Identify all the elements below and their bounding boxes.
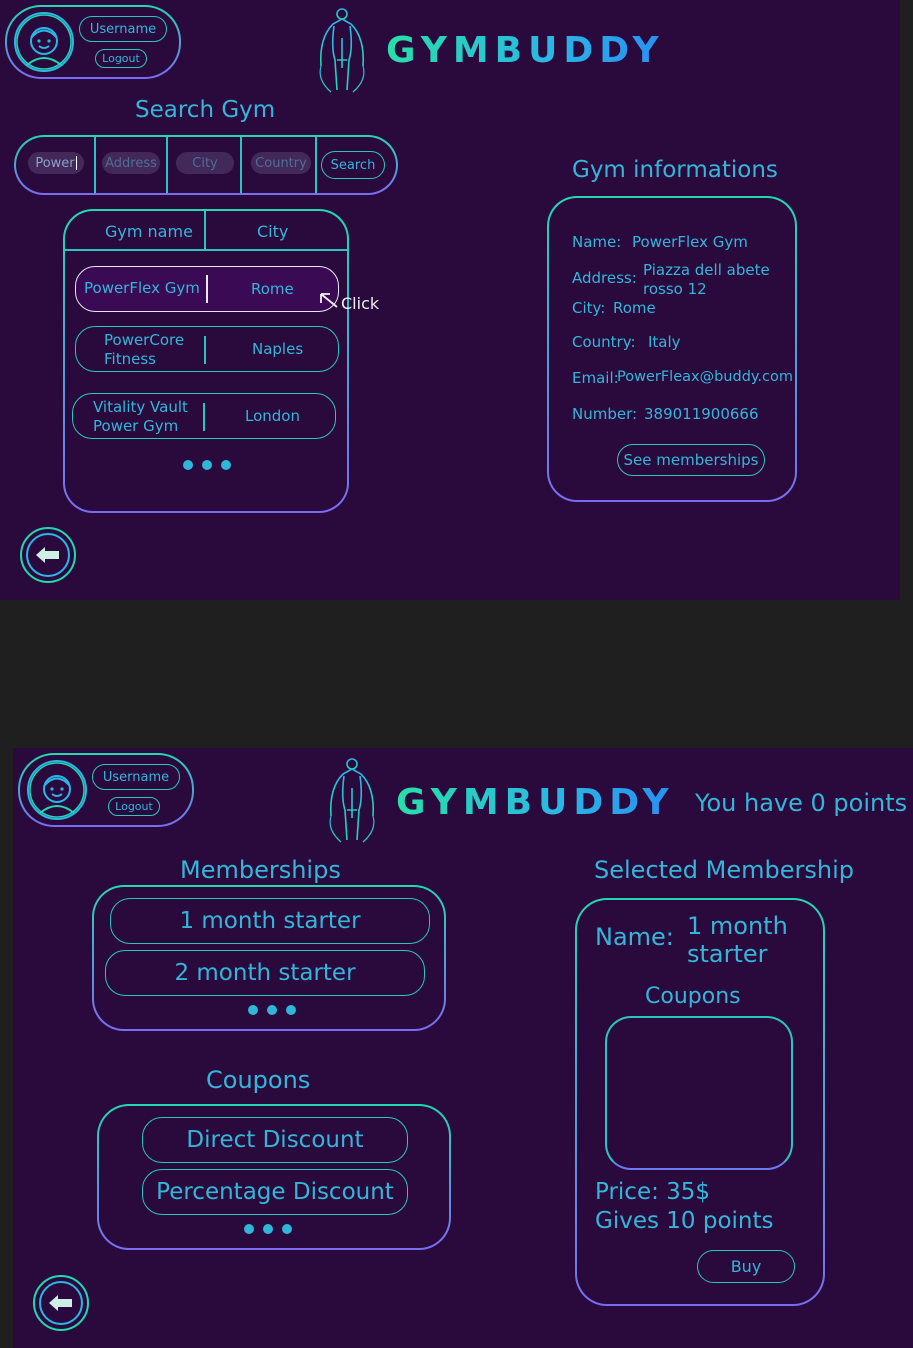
selected-name-value: 1 month starter <box>687 912 788 968</box>
app-logo-text: GYMBUDDY <box>386 30 665 71</box>
header-city: City <box>257 222 289 241</box>
logout-button[interactable]: Logout <box>95 49 147 68</box>
gym-info-card: Name: PowerFlex Gym Address: Piazza dell… <box>547 196 797 502</box>
coupon-item[interactable]: Direct Discount <box>142 1117 408 1163</box>
info-number-label: Number: <box>572 405 638 423</box>
app-logo-text: GYMBUDDY <box>396 782 675 823</box>
info-city-label: City: <box>572 299 606 317</box>
table-row[interactable]: PowerFlex Gym Rome <box>75 266 339 312</box>
table-row[interactable]: PowerCore Fitness Naples <box>75 326 339 372</box>
gym-figure-logo-icon <box>329 758 375 843</box>
membership-item[interactable]: 1 month starter <box>110 898 430 944</box>
click-annotation: Click <box>341 294 380 313</box>
divider <box>204 336 206 364</box>
table-row[interactable]: Vitality Vault Power Gym London <box>72 393 336 439</box>
see-memberships-button[interactable]: See memberships <box>617 444 765 476</box>
cursor-arrow-icon <box>320 293 338 308</box>
buy-button[interactable]: Buy <box>697 1250 795 1283</box>
gym-figure-logo-icon <box>319 8 365 93</box>
row-gym-name: PowerFlex Gym <box>84 279 200 297</box>
more-memberships-icon[interactable] <box>248 1005 296 1015</box>
info-country-value: Italy <box>648 333 681 351</box>
row-city: London <box>245 407 300 425</box>
back-arrow-icon <box>26 533 70 577</box>
avatar-icon[interactable] <box>13 11 75 73</box>
divider <box>203 403 205 431</box>
info-name-value: PowerFlex Gym <box>632 233 748 251</box>
logout-button[interactable]: Logout <box>108 797 160 816</box>
membership-item[interactable]: 2 month starter <box>105 950 425 996</box>
memberships-screen: Username Logout GYMBUDDY You have 0 poin… <box>13 748 913 1348</box>
divider <box>94 137 96 193</box>
info-city-value: Rome <box>613 299 656 317</box>
points-reward-text: Gives 10 points <box>595 1208 774 1234</box>
price-text: Price: 35$ <box>595 1179 711 1205</box>
selected-coupons-area[interactable] <box>605 1016 793 1170</box>
text-cursor <box>75 156 77 170</box>
divider <box>166 137 168 193</box>
row-city: Naples <box>252 340 304 358</box>
info-country-label: Country: <box>572 333 636 351</box>
avatar-icon[interactable] <box>26 759 88 821</box>
back-button[interactable] <box>20 527 76 583</box>
search-bar: Power Address City Country Search <box>14 135 398 195</box>
more-results-icon[interactable] <box>183 460 231 470</box>
results-table: Gym name City PowerFlex Gym Rome PowerCo… <box>63 209 349 513</box>
info-name-label: Name: <box>572 233 622 251</box>
city-search-input[interactable]: City <box>176 152 234 174</box>
divider <box>315 137 317 193</box>
selected-coupons-title: Coupons <box>645 984 741 1009</box>
memberships-title: Memberships <box>180 856 341 884</box>
info-address-label: Address: <box>572 269 637 287</box>
user-box: Username Logout <box>5 5 181 79</box>
row-gym-name: PowerCore Fitness <box>104 331 185 368</box>
divider <box>206 275 208 303</box>
info-number-value: 389011900666 <box>644 405 759 423</box>
selected-name-label: Name: <box>595 923 674 951</box>
divider <box>240 137 242 193</box>
coupon-item[interactable]: Percentage Discount <box>142 1169 408 1215</box>
selected-membership-title: Selected Membership <box>594 856 855 884</box>
search-button[interactable]: Search <box>321 151 385 179</box>
gym-search-screen: Username Logout GYMBUDDY Search Gym Powe… <box>0 0 900 600</box>
info-title: Gym informations <box>572 157 778 183</box>
info-address-value: Piazza dell abete rosso 12 <box>643 261 770 298</box>
country-search-input[interactable]: Country <box>251 152 311 174</box>
row-city: Rome <box>251 280 294 298</box>
header-divider <box>65 249 347 251</box>
coupons-title: Coupons <box>206 1066 311 1094</box>
more-coupons-icon[interactable] <box>244 1224 292 1234</box>
info-email-value: PowerFleax@buddy.com <box>617 369 793 385</box>
username-label: Username <box>92 764 180 790</box>
name-search-input[interactable]: Power <box>28 152 84 174</box>
user-box: Username Logout <box>18 753 194 827</box>
divider <box>204 211 206 249</box>
memberships-list: 1 month starter 2 month starter <box>92 885 446 1031</box>
back-arrow-icon <box>39 1281 83 1325</box>
selected-membership-card: Name: 1 month starter Coupons Price: 35$… <box>575 898 825 1306</box>
back-button[interactable] <box>33 1275 89 1331</box>
points-balance: You have 0 points <box>695 789 908 817</box>
address-search-input[interactable]: Address <box>102 152 160 174</box>
header-gym-name: Gym name <box>105 222 193 241</box>
name-search-value: Power <box>35 155 75 171</box>
search-title: Search Gym <box>135 97 276 123</box>
row-gym-name: Vitality Vault Power Gym <box>93 398 188 435</box>
coupons-list: Direct Discount Percentage Discount <box>97 1104 451 1250</box>
username-label: Username <box>79 16 167 42</box>
info-email-label: Email: <box>572 369 619 387</box>
